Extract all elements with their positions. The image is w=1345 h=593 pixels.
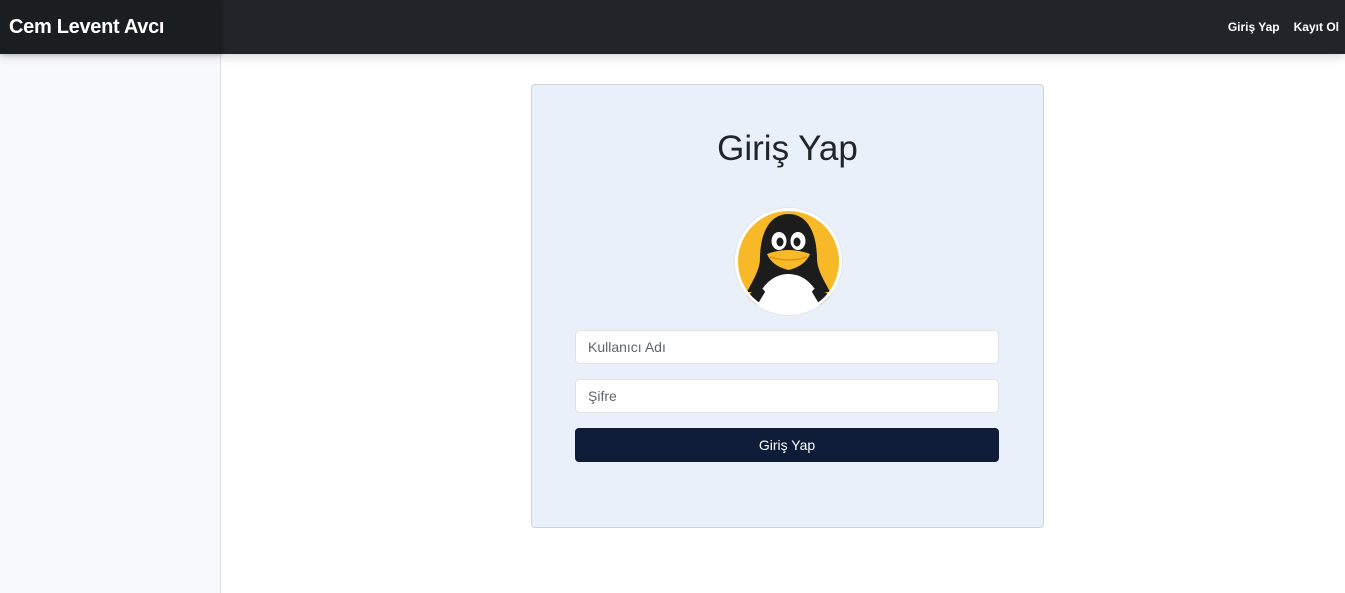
nav-links: Giriş Yap Kayıt Ol xyxy=(1228,0,1339,54)
password-input[interactable] xyxy=(575,379,999,413)
login-submit-button[interactable]: Giriş Yap xyxy=(575,428,999,462)
login-title: Giriş Yap xyxy=(717,129,858,168)
nav-link-login[interactable]: Giriş Yap xyxy=(1228,20,1280,34)
nav-link-register[interactable]: Kayıt Ol xyxy=(1294,20,1339,34)
top-navbar: Cem Levent Avcı Giriş Yap Kayıt Ol xyxy=(0,0,1345,54)
brand-title[interactable]: Cem Levent Avcı xyxy=(0,0,221,54)
avatar xyxy=(735,208,842,315)
tux-penguin-icon xyxy=(735,208,842,315)
login-card: Giriş Yap Giriş Yap xyxy=(531,84,1044,528)
sidebar xyxy=(0,54,221,593)
username-input[interactable] xyxy=(575,330,999,364)
